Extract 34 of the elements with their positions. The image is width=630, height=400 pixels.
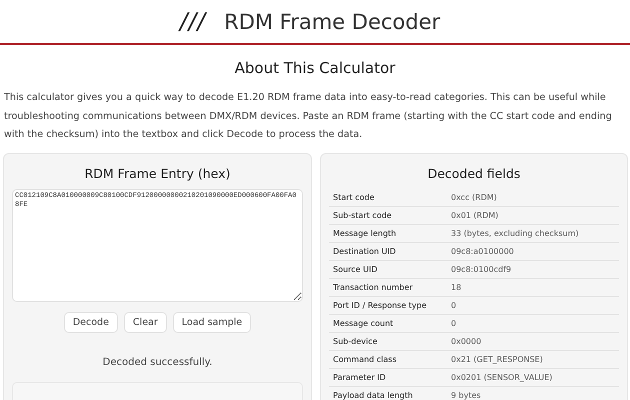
panel-heading: Decoded fields (426, 166, 522, 180)
description: This calculator gives you a quick way to decode E1.20 RDM frame data into easy-to-read categories. This can be useful while troubleshooting communications between DMX/RDM devices. Paste an RDM frame (starting with the CC start code and ending with the checksum) into the textbox and click Decode to process the data. (4, 91, 613, 142)
field-value: 9 bytes (451, 390, 482, 400)
clear-button[interactable]: Clear (124, 312, 167, 332)
field-value: 0x01 (RDM) (451, 210, 500, 220)
field-label: Source UID (333, 264, 378, 274)
field-value: 0x21 (GET_RESPONSE) (451, 354, 544, 364)
field-label: Sub-device (333, 336, 378, 346)
field-value: 33 (bytes, excluding checksum) (451, 228, 580, 238)
field-value: 0x0201 (SENSOR_VALUE) (451, 372, 554, 382)
field-label: Port ID / Response type (333, 300, 428, 310)
section-heading: About This Calculator (234, 59, 396, 77)
field-value: 0x0000 (451, 336, 482, 346)
field-value: 0 (451, 300, 458, 310)
field-label: Message count (333, 318, 394, 328)
field-label: Message length (333, 228, 398, 238)
panel-heading: RDM Frame Entry (hex) (84, 166, 232, 180)
field-label: Start code (333, 192, 376, 202)
field-label: Command class (333, 354, 398, 364)
field-label: Destination UID (333, 246, 397, 256)
load-sample-button[interactable]: Load sample (172, 312, 252, 332)
status-message: Decoded successfully. (102, 356, 214, 368)
field-value: 09c8:0100cdf9 (451, 264, 512, 274)
field-value: 0xcc (RDM) (451, 192, 498, 202)
field-value: 18 (451, 282, 462, 292)
decode-button[interactable]: Decode (64, 312, 118, 332)
field-label: Payload data length (333, 390, 414, 400)
field-value: 09c8:a0100000 (451, 246, 515, 256)
field-value: 0 (451, 318, 458, 328)
field-label: Sub-start code (333, 210, 393, 220)
field-label: Parameter ID (333, 372, 387, 382)
logo: /// (180, 8, 206, 34)
field-label: Transaction number (333, 282, 414, 292)
page-title: RDM Frame Decoder (224, 10, 440, 34)
